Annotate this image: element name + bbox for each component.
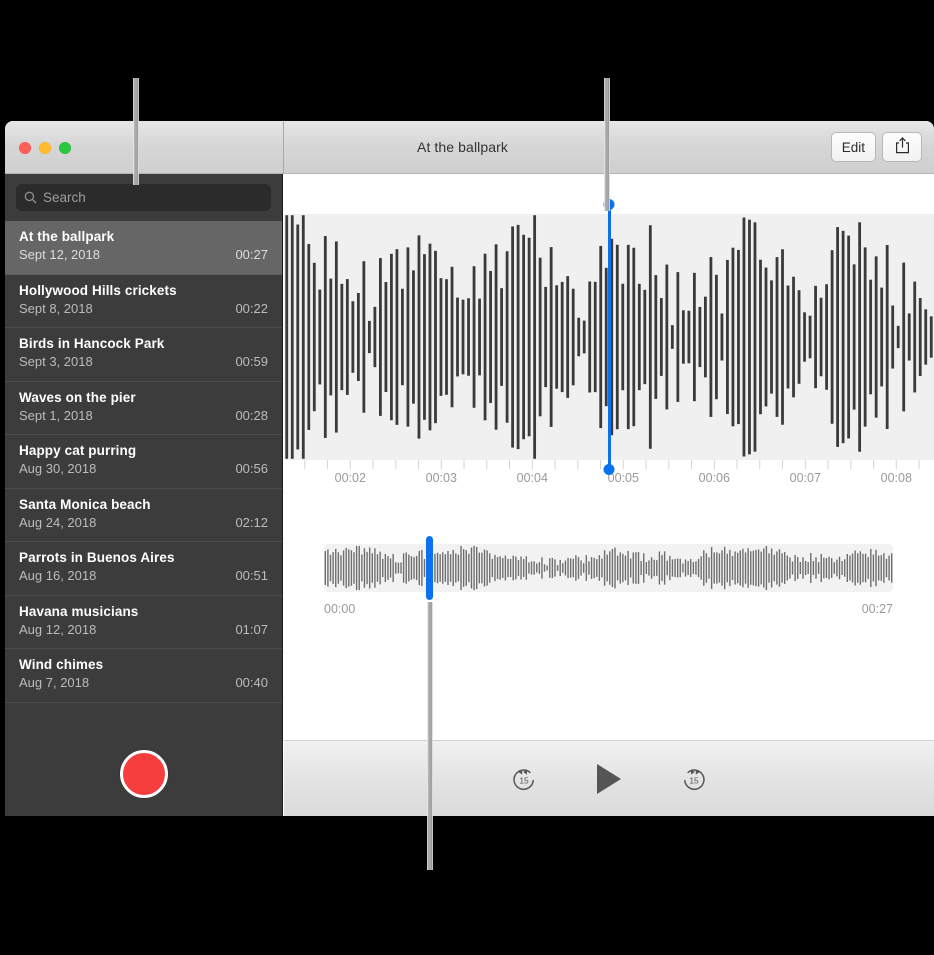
ruler-tick-label: 00:08 (880, 471, 912, 485)
memo-duration: 00:51 (235, 568, 268, 583)
memo-date: Sept 12, 2018 (19, 247, 100, 262)
memo-title: Waves on the pier (19, 389, 136, 405)
memo-list[interactable]: At the ballpark Sept 12, 2018 00:27 Hollywo… (5, 221, 282, 731)
ruler-tick-label: 00:03 (425, 471, 457, 485)
playhead-callout-line (604, 78, 610, 211)
memo-title: Birds in Hancock Park (19, 336, 165, 351)
detail-pane: 00:02 00:03 00:04 00:05 00:06 00:07 00:08 00:0… (284, 174, 934, 816)
waveform-overview[interactable] (324, 536, 893, 600)
memo-list-item[interactable]: Parrots in Buenos Aires Aug 16, 2018 00:51 (5, 542, 282, 596)
memo-list-item[interactable]: Birds in Hancock Park Sept 3, 2018 00:59 (5, 328, 282, 382)
skip-back-15-icon: 15 (513, 768, 534, 790)
search-bar: Search (5, 174, 282, 221)
svg-text:15: 15 (689, 775, 699, 785)
memo-duration: 00:22 (235, 300, 268, 316)
memo-title: Havana musicians (19, 603, 139, 619)
sidebar: Search At the ballpark Sept 12, 2018 00:27… (5, 174, 283, 816)
window-titlebar: At the ballpark Edit (5, 121, 934, 174)
ruler-tick-label: 00:06 (698, 471, 730, 485)
svg-text:15: 15 (519, 775, 529, 785)
memo-list-item[interactable]: Havana musicians Aug 12, 2018 01:07 (5, 596, 282, 649)
search-input[interactable]: Search (16, 184, 271, 211)
edit-button[interactable]: Edit (830, 132, 876, 162)
memo-date: Sept 1, 2018 (19, 407, 93, 423)
memo-title: Parrots in Buenos Aires (19, 550, 175, 565)
window-title: At the ballpark (417, 139, 508, 155)
memo-date: Aug 16, 2018 (19, 568, 97, 583)
memo-list-item[interactable]: Happy cat purring Aug 30, 2018 00:56 (5, 435, 282, 489)
record-area (5, 731, 282, 816)
memo-date: Sept 8, 2018 (19, 300, 93, 316)
waveform-overview-svg (324, 545, 893, 591)
memo-title: Santa Monica beach (19, 496, 151, 512)
memo-duration: 00:40 (235, 675, 268, 690)
search-placeholder: Search (43, 190, 86, 205)
voice-memos-window: At the ballpark Edit Search At the ballp… (5, 121, 934, 816)
playhead[interactable] (603, 199, 615, 475)
memo-duration: 01:07 (235, 621, 268, 637)
ruler-tick-label: 00:07 (789, 471, 821, 485)
memo-date: Aug 30, 2018 (19, 461, 97, 476)
memo-duration: 00:27 (235, 247, 268, 262)
overview-start-time: 00:00 (324, 602, 356, 616)
sidebar-callout-line (133, 78, 139, 185)
overview-playhead[interactable] (425, 536, 433, 600)
toolbar-buttons: Edit (830, 132, 922, 162)
overview-end-time: 00:27 (861, 602, 893, 616)
memo-date: Aug 7, 2018 (19, 675, 90, 690)
memo-list-item[interactable]: Wind chimes Aug 7, 2018 00:40 (5, 649, 282, 703)
ruler-tick-label: 00:02 (334, 471, 366, 485)
memo-date: Sept 3, 2018 (19, 354, 93, 369)
overview-times: 00:00 00:27 (324, 602, 893, 616)
share-button[interactable] (882, 132, 922, 162)
memo-date: Aug 24, 2018 (19, 514, 97, 530)
memo-duration: 00:56 (235, 461, 268, 476)
playhead-knob-bottom[interactable] (603, 464, 615, 475)
memo-list-item[interactable]: Santa Monica beach Aug 24, 2018 02:12 (5, 489, 282, 542)
playback-toolbar: 15 15 (284, 740, 934, 816)
memo-title: Wind chimes (19, 657, 104, 672)
memo-title: Hollywood Hills crickets (19, 282, 177, 298)
memo-duration: 00:28 (235, 407, 268, 423)
play-button[interactable] (589, 759, 629, 799)
skip-back-15-button[interactable]: 15 (507, 762, 541, 796)
search-icon (24, 191, 37, 204)
skip-forward-15-icon: 15 (684, 768, 705, 790)
memo-duration: 00:59 (235, 354, 268, 369)
memo-list-item[interactable]: At the ballpark Sept 12, 2018 00:27 (5, 221, 282, 275)
ruler-tick-label: 00:04 (516, 471, 548, 485)
play-icon (597, 763, 621, 794)
skip-forward-15-button[interactable]: 15 (677, 762, 711, 796)
memo-list-item[interactable]: Waves on the pier Sept 1, 2018 00:28 (5, 382, 282, 435)
memo-list-item[interactable]: Hollywood Hills crickets Sept 8, 2018 00:2… (5, 275, 282, 328)
overview-callout-line (427, 602, 433, 870)
memo-date: Aug 12, 2018 (19, 621, 97, 637)
record-button[interactable] (119, 749, 168, 798)
memo-title: At the ballpark (19, 229, 115, 244)
share-icon (895, 137, 910, 157)
memo-duration: 02:12 (235, 514, 268, 530)
memo-title: Happy cat purring (19, 443, 137, 458)
